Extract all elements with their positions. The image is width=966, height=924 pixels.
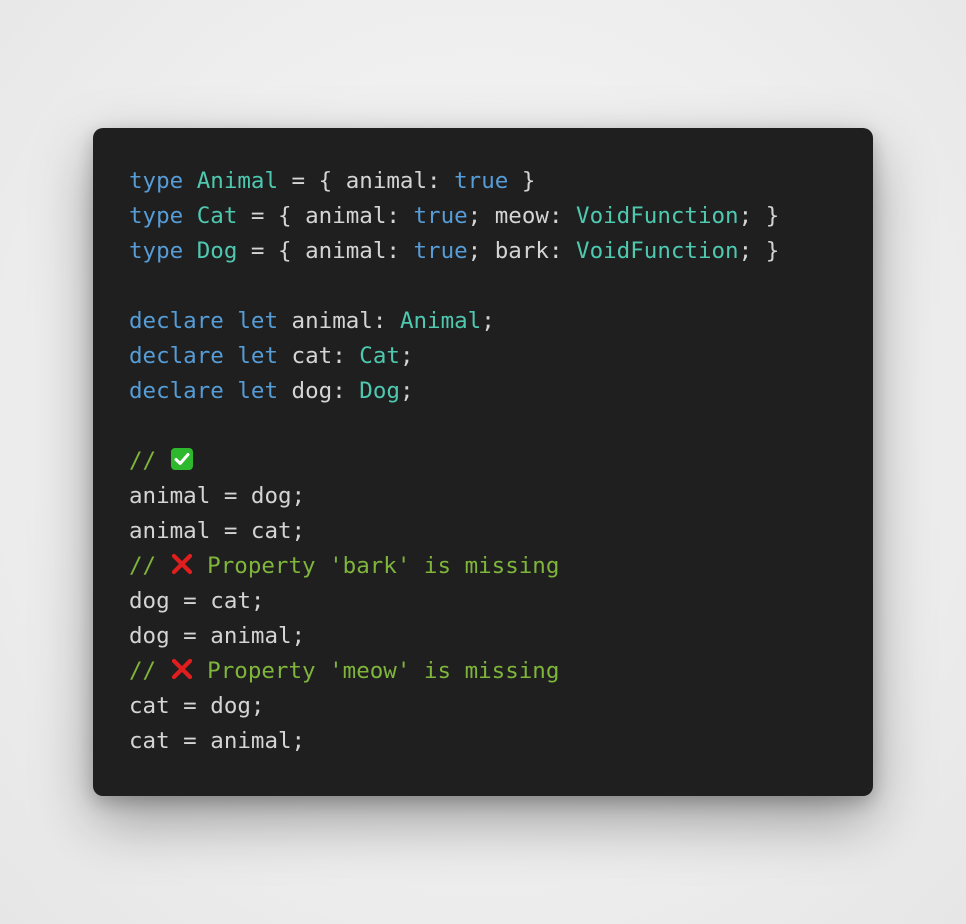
code-line: cat = dog; — [129, 689, 873, 724]
cross-mark-icon — [170, 657, 194, 681]
code-token: = { animal: — [278, 168, 455, 194]
code-line: declare let animal: Animal; — [129, 304, 873, 339]
code-line: animal = dog; — [129, 479, 873, 514]
code-line: dog = cat; — [129, 584, 873, 619]
comment-token: Property 'meow' is missing — [193, 658, 560, 684]
keyword-token: declare — [129, 378, 224, 404]
code-token: ; } — [738, 238, 780, 264]
code-token: = { animal: — [237, 203, 414, 229]
code-token: ; meow: — [467, 203, 577, 229]
keyword-token: let — [237, 308, 279, 334]
keyword-token: let — [237, 343, 279, 369]
code-token: = { animal: — [237, 238, 414, 264]
comment-token: Property 'bark' is missing — [193, 553, 560, 579]
code-token: } — [508, 168, 536, 194]
code-line: // Property 'meow' is missing — [129, 654, 873, 689]
code-token: dog = animal; — [129, 623, 306, 649]
type-token: VoidFunction — [576, 203, 739, 229]
keyword-token: declare — [129, 343, 224, 369]
code-line: type Dog = { animal: true; bark: VoidFun… — [129, 234, 873, 269]
keyword-token: let — [237, 378, 279, 404]
keyword-token: true — [454, 168, 509, 194]
check-mark-icon — [170, 447, 194, 471]
code-line: animal = cat; — [129, 514, 873, 549]
keyword-token: type — [129, 168, 184, 194]
type-token: Animal — [196, 168, 279, 194]
code-token: cat = animal; — [129, 728, 306, 754]
code-line: dog = animal; — [129, 619, 873, 654]
code-token: ; — [399, 343, 414, 369]
type-token: Cat — [359, 343, 400, 369]
code-line: // — [129, 444, 873, 479]
code-token: dog = cat; — [129, 588, 265, 614]
type-token: Animal — [399, 308, 482, 334]
keyword-token: true — [413, 238, 468, 264]
comment-token: // — [129, 658, 170, 684]
type-token: Dog — [359, 378, 400, 404]
code-token: cat: — [278, 343, 360, 369]
type-token: Cat — [196, 203, 238, 229]
keyword-token: type — [129, 203, 184, 229]
code-token: animal = cat; — [129, 518, 306, 544]
type-token: VoidFunction — [576, 238, 739, 264]
code-line: cat = animal; — [129, 724, 873, 759]
code-line: // Property 'bark' is missing — [129, 549, 873, 584]
code-block: type Animal = { animal: true } type Cat =… — [129, 164, 873, 759]
keyword-token: declare — [129, 308, 224, 334]
code-line: declare let cat: Cat; — [129, 339, 873, 374]
code-token: ; — [399, 378, 414, 404]
type-token: Dog — [196, 238, 238, 264]
keyword-token: true — [413, 203, 468, 229]
code-line: type Cat = { animal: true; meow: VoidFun… — [129, 199, 873, 234]
keyword-token: type — [129, 238, 184, 264]
code-token: animal = dog; — [129, 483, 306, 509]
code-token: ; — [481, 308, 495, 334]
code-token: ; } — [738, 203, 780, 229]
code-line: type Animal = { animal: true } — [129, 164, 873, 199]
code-token: ; bark: — [467, 238, 577, 264]
code-line: declare let dog: Dog; — [129, 374, 873, 409]
comment-token: // — [129, 553, 170, 579]
code-snippet-card: type Animal = { animal: true } type Cat =… — [93, 128, 873, 796]
code-token: animal: — [278, 308, 400, 334]
cross-mark-icon — [170, 552, 194, 576]
code-token: cat = dog; — [129, 693, 265, 719]
code-token: dog: — [278, 378, 360, 404]
comment-token: // — [129, 448, 170, 474]
